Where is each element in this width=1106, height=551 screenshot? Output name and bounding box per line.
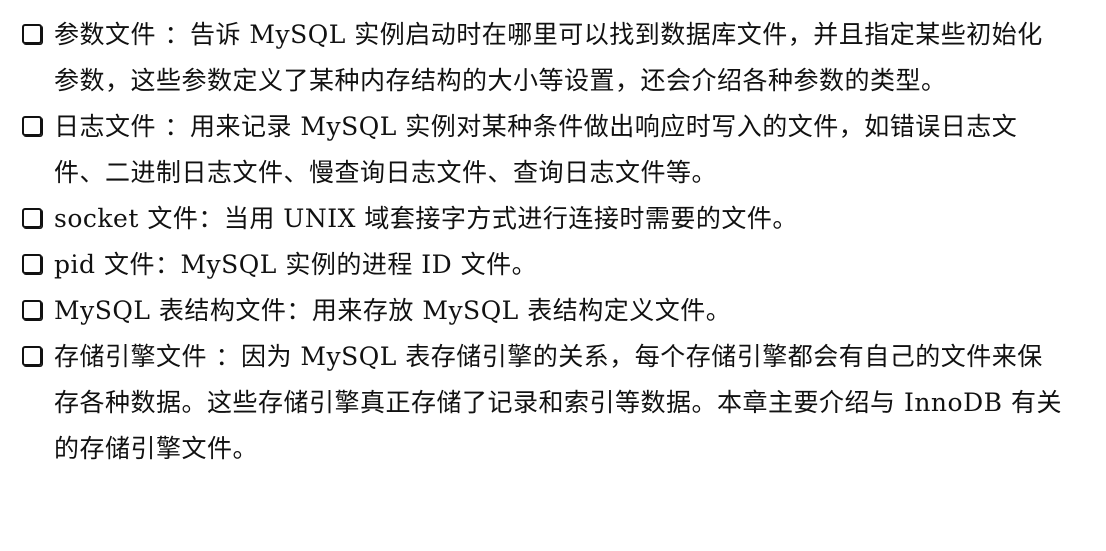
list-item-text: 日志文件 ：用来记录 MySQL 实例对某种条件做出响应时写入的文件，如错误日志… <box>54 112 1018 187</box>
list-item-text: 参数文件 ：告诉 MySQL 实例启动时在哪里可以找到数据库文件，并且指定某些初… <box>54 20 1043 95</box>
checkbox-bullet-icon <box>22 254 42 274</box>
list-item-text: MySQL 表结构文件：用来存放 MySQL 表结构定义文件。 <box>54 296 732 325</box>
checkbox-bullet-icon <box>22 300 42 320</box>
checkbox-bullet-icon <box>22 116 42 136</box>
list-item-storage-engine-file: 存储引擎文件 ：因为 MySQL 表存储引擎的关系，每个存储引擎都会有自己的文件… <box>14 334 1066 472</box>
list-item-text: pid 文件：MySQL 实例的进程 ID 文件。 <box>54 250 538 279</box>
list-item-text: socket 文件：当用 UNIX 域套接字方式进行连接时需要的文件。 <box>54 204 798 233</box>
list-item-log-file: 日志文件 ：用来记录 MySQL 实例对某种条件做出响应时写入的文件，如错误日志… <box>14 104 1066 196</box>
list-item-pid-file: pid 文件：MySQL 实例的进程 ID 文件。 <box>14 242 1066 288</box>
list-item-parameter-file: 参数文件 ：告诉 MySQL 实例启动时在哪里可以找到数据库文件，并且指定某些初… <box>14 12 1066 104</box>
list-item-text: 存储引擎文件 ：因为 MySQL 表存储引擎的关系，每个存储引擎都会有自己的文件… <box>54 342 1062 463</box>
checkbox-bullet-icon <box>22 346 42 366</box>
list-item-table-structure-file: MySQL 表结构文件：用来存放 MySQL 表结构定义文件。 <box>14 288 1066 334</box>
document-page: 参数文件 ：告诉 MySQL 实例启动时在哪里可以找到数据库文件，并且指定某些初… <box>0 0 1106 551</box>
checkbox-bullet-icon <box>22 24 42 44</box>
checkbox-bullet-icon <box>22 208 42 228</box>
list-item-socket-file: socket 文件：当用 UNIX 域套接字方式进行连接时需要的文件。 <box>14 196 1066 242</box>
